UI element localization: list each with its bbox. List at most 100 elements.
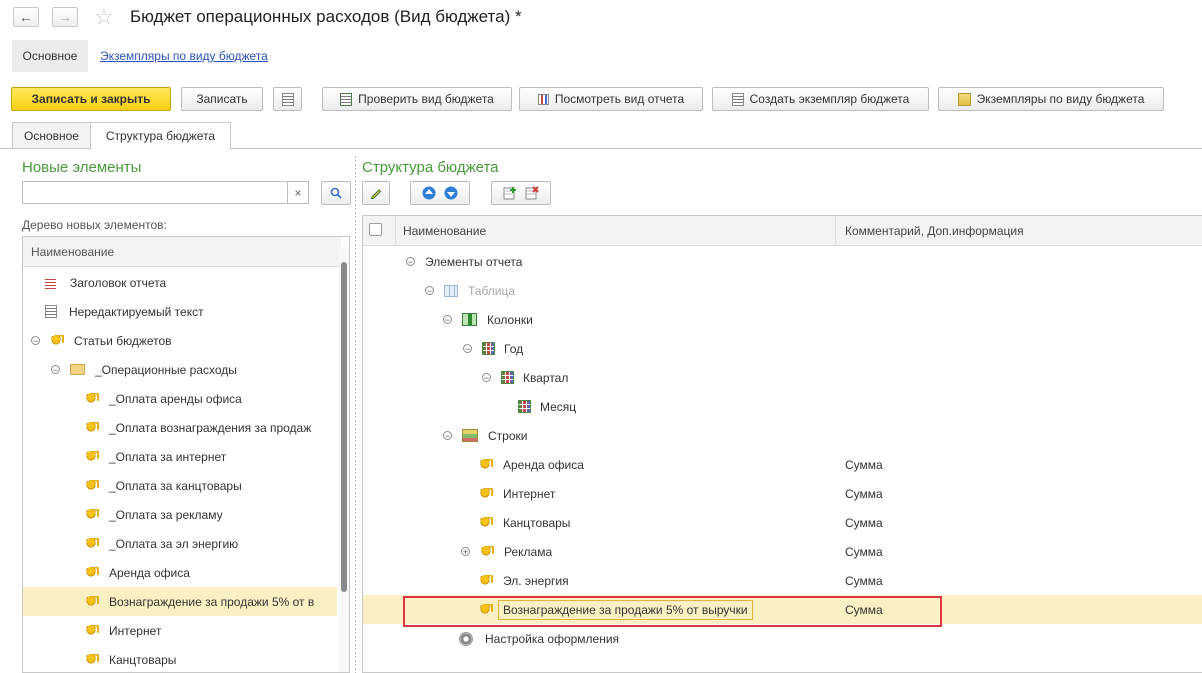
panel-splitter[interactable]: [355, 156, 356, 673]
tab-budget-structure[interactable]: Структура бюджета: [90, 122, 231, 150]
structure-row-label: Настройка оформления: [485, 631, 620, 646]
view-report-label: Посмотреть вид отчета: [554, 92, 685, 106]
clear-search-button[interactable]: ×: [288, 181, 309, 204]
tree-row-label: Вознаграждение за продажи 5% от в: [109, 594, 315, 609]
tree-row[interactable]: Вознаграждение за продажи 5% от в: [23, 587, 337, 616]
forward-button[interactable]: →: [52, 7, 78, 27]
column-settings-icon[interactable]: [369, 223, 382, 236]
add-remove-buttons[interactable]: [491, 181, 551, 205]
delete-row-icon[interactable]: [525, 186, 539, 200]
tree-row-label: _Оплата за эл энергию: [109, 536, 239, 551]
budget-structure-title: Структура бюджета: [362, 159, 499, 176]
collapse-icon[interactable]: −: [443, 431, 452, 441]
col-name-header[interactable]: Наименование: [403, 224, 486, 238]
save-close-button[interactable]: Записать и закрыть: [11, 87, 171, 111]
tree-column-header[interactable]: Наименование: [23, 237, 341, 267]
structure-row-label: Колонки: [487, 312, 533, 327]
report-chart-icon: [537, 93, 549, 105]
instances-link[interactable]: Экземпляры по виду бюджета: [100, 49, 268, 63]
report-header-icon: [45, 276, 56, 289]
tab-main-top[interactable]: Основное: [12, 40, 88, 72]
add-row-icon[interactable]: [503, 186, 517, 200]
edit-button[interactable]: [362, 181, 390, 205]
move-down-icon[interactable]: [444, 186, 458, 200]
structure-row[interactable]: − Таблица: [363, 276, 1202, 305]
tree-row[interactable]: _Оплата за рекламу: [23, 500, 337, 529]
structure-row[interactable]: − Год: [363, 334, 1202, 363]
collapse-icon[interactable]: −: [425, 286, 434, 296]
structure-row-comment: Сумма: [845, 544, 883, 559]
structure-row-label: Канцтовары: [503, 515, 571, 530]
expand-icon[interactable]: +: [461, 547, 470, 557]
coins-icon: [50, 335, 62, 346]
tree-row[interactable]: − _Операционные расходы: [23, 355, 337, 384]
tree-row[interactable]: Канцтовары: [23, 645, 337, 672]
search-button[interactable]: [321, 181, 351, 205]
collapse-icon[interactable]: −: [31, 336, 40, 346]
collapse-icon[interactable]: −: [443, 315, 452, 325]
coins-icon: [85, 480, 97, 491]
structure-row[interactable]: Интернет Сумма: [363, 479, 1202, 508]
collapse-icon[interactable]: −: [482, 373, 491, 383]
more-actions-button[interactable]: [273, 87, 302, 111]
window-title: Бюджет операционных расходов (Вид бюджет…: [130, 7, 522, 26]
tab-main[interactable]: Основное: [12, 122, 91, 149]
tree-row-label: Канцтовары: [109, 652, 177, 667]
create-instance-label: Создать экземпляр бюджета: [749, 92, 910, 106]
tree-row-label: Статьи бюджетов: [74, 333, 172, 348]
structure-row[interactable]: − Квартал: [363, 363, 1202, 392]
tree-row[interactable]: Нередактируемый текст: [23, 297, 337, 326]
favorite-star-icon[interactable]: ☆: [94, 4, 114, 30]
structure-row[interactable]: Месяц: [363, 392, 1202, 421]
tree-row-label: Интернет: [109, 623, 162, 638]
check-budget-button[interactable]: Проверить вид бюджета: [322, 87, 512, 111]
coins-icon: [85, 509, 97, 520]
coins-icon: [85, 654, 97, 665]
tree-column-label: Наименование: [31, 244, 115, 259]
structure-row-label: Интернет: [503, 486, 556, 501]
structure-row[interactable]: Аренда офиса Сумма: [363, 450, 1202, 479]
structure-row-label: Таблица: [468, 283, 516, 298]
back-button[interactable]: ←: [13, 7, 39, 27]
instances-button[interactable]: Экземпляры по виду бюджета: [938, 87, 1164, 111]
tree-row[interactable]: Интернет: [23, 616, 337, 645]
structure-row-label: Эл. энергия: [503, 573, 569, 588]
save-button[interactable]: Записать: [181, 87, 263, 111]
collapse-icon[interactable]: −: [51, 365, 60, 375]
tree-row[interactable]: − Статьи бюджетов: [23, 326, 337, 355]
view-report-button[interactable]: Посмотреть вид отчета: [519, 87, 703, 111]
table-icon: [444, 284, 458, 297]
tree-row[interactable]: _Оплата за эл энергию: [23, 529, 337, 558]
structure-row[interactable]: Эл. энергия Сумма: [363, 566, 1202, 595]
tree-row[interactable]: _Оплата за интернет: [23, 442, 337, 471]
create-instance-button[interactable]: Создать экземпляр бюджета: [712, 87, 929, 111]
coins-icon: [85, 596, 97, 607]
tree-row[interactable]: _Оплата аренды офиса: [23, 384, 337, 413]
move-buttons[interactable]: [410, 181, 470, 205]
structure-row[interactable]: − Колонки: [363, 305, 1202, 334]
tree-scrollbar[interactable]: [339, 247, 349, 672]
tree-row[interactable]: _Оплата за канцтовары: [23, 471, 337, 500]
search-input[interactable]: [22, 181, 288, 204]
structure-row[interactable]: Настройка оформления: [363, 624, 1202, 653]
tree-row[interactable]: Аренда офиса: [23, 558, 337, 587]
tree-scrollbar-thumb[interactable]: [341, 262, 347, 592]
structure-row-label: Строки: [488, 428, 528, 443]
collapse-icon[interactable]: −: [406, 257, 415, 267]
tree-row[interactable]: _Оплата вознаграждения за продаж: [23, 413, 337, 442]
tree-row-label: _Оплата аренды офиса: [109, 391, 242, 406]
tree-row[interactable]: Заголовок отчета: [23, 268, 337, 297]
grid-icon: [501, 371, 514, 384]
list-icon: [281, 92, 294, 106]
instances-label: Экземпляры по виду бюджета: [976, 92, 1145, 106]
collapse-icon[interactable]: −: [463, 344, 472, 354]
structure-row[interactable]: − Элементы отчета: [363, 247, 1202, 276]
structure-row[interactable]: Канцтовары Сумма: [363, 508, 1202, 537]
forward-arrow-icon: →: [58, 9, 72, 25]
col-comment-header[interactable]: Комментарий, Доп.информация: [845, 224, 1024, 238]
move-up-icon[interactable]: [422, 186, 436, 200]
structure-row[interactable]: − Строки: [363, 421, 1202, 450]
header-sep-1: [395, 216, 396, 246]
structure-row[interactable]: + Реклама Сумма: [363, 537, 1202, 566]
save-close-label: Записать и закрыть: [31, 92, 151, 106]
